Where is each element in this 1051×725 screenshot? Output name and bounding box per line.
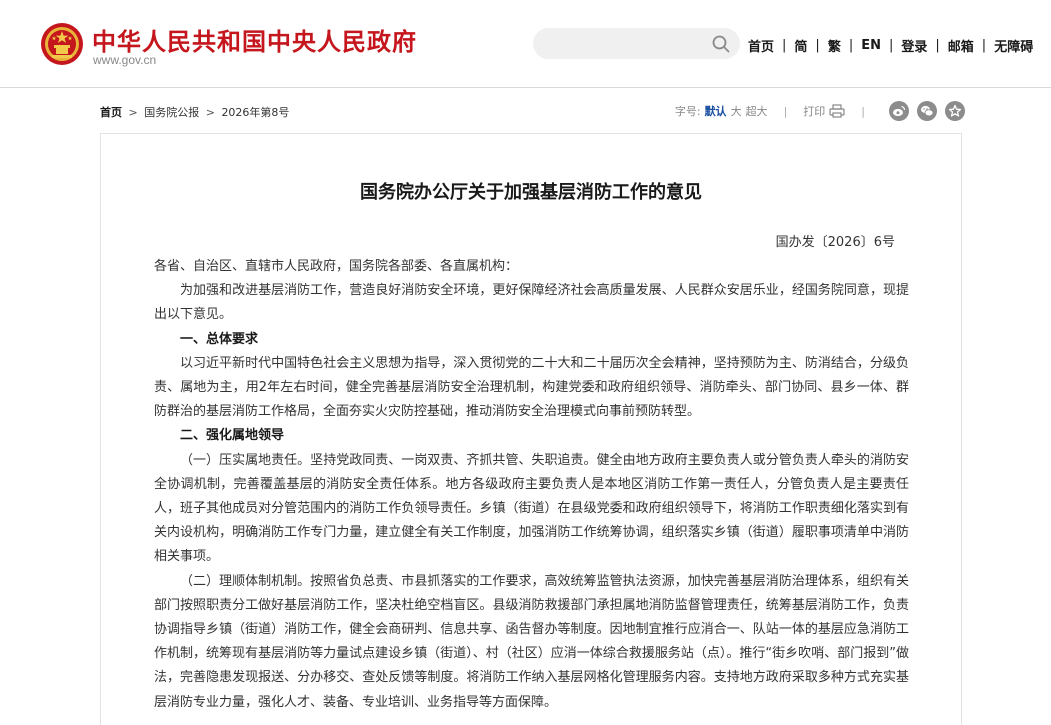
breadcrumb-gazette[interactable]: 国务院公报 (144, 106, 199, 119)
breadcrumb-separator: > (205, 106, 215, 119)
nav-home[interactable]: 首页 (748, 36, 774, 55)
site-title[interactable]: 中华人民共和国中央人民政府 (92, 22, 417, 57)
breadcrumb: 首页 > 国务院公报 > 2026年第8号 (100, 104, 289, 120)
tools-separator: | (861, 104, 865, 118)
nav-separator: | (935, 38, 940, 53)
section-paragraph: 以习近平新时代中国特色社会主义思想为指导，深入贯彻党的二十大和二十届历次全会精神… (154, 355, 909, 420)
weibo-icon[interactable] (889, 101, 909, 121)
breadcrumb-home[interactable]: 首页 (100, 106, 122, 119)
document-number: 国办发〔2026〕6号 (775, 235, 895, 250)
breadcrumb-separator: > (128, 106, 138, 119)
nav-accessibility[interactable]: 无障碍 (994, 36, 1033, 55)
font-size-default[interactable]: 默认 (705, 103, 727, 119)
nav-separator: | (981, 38, 987, 53)
nav-separator: | (782, 38, 787, 53)
nav-simplified[interactable]: 简 (794, 36, 807, 55)
document-intro: 为加强和改进基层消防工作，营造良好消防安全环境，更好保障经济社会高质量发展、人民… (154, 283, 909, 323)
article-tools: 字号: 默认 大 超大 | 打印 | (675, 101, 965, 121)
search-input[interactable] (533, 28, 740, 59)
national-emblem-icon[interactable] (40, 22, 84, 66)
print-button[interactable]: 打印 (803, 103, 845, 119)
document-body: 各省、自治区、直辖市人民政府，国务院各部委、各直属机构： 为加强和改进基层消防工… (154, 255, 909, 715)
section-paragraph: （一）压实属地责任。坚持党政同责、一岗双责、齐抓共管、失职追责。健全由地方政府主… (154, 452, 909, 565)
section-heading: 一、总体要求 (180, 331, 259, 347)
nav-separator: | (848, 38, 854, 53)
nav-english[interactable]: EN (861, 38, 881, 53)
font-size-label: 字号: (674, 105, 701, 118)
document-panel: 国务院办公厅关于加强基层消防工作的意见 国办发〔2026〕6号 各省、自治区、直… (100, 133, 962, 725)
nav-separator: | (815, 38, 820, 53)
document-salutation: 各省、自治区、直辖市人民政府，国务院各部委、各直属机构： (154, 259, 519, 274)
search-icon[interactable] (712, 35, 730, 53)
font-size-large[interactable]: 大 (731, 103, 742, 119)
site-header: 中华人民共和国中央人民政府 www.gov.cn 首页 | 简 | 繁 | EN… (0, 0, 1051, 88)
favorite-icon[interactable] (945, 101, 965, 121)
breadcrumb-issue[interactable]: 2026年第8号 (221, 106, 289, 119)
nav-traditional[interactable]: 繁 (828, 36, 841, 55)
nav-separator: | (888, 38, 894, 53)
wechat-icon[interactable] (917, 101, 937, 121)
nav-mailbox[interactable]: 邮箱 (948, 36, 974, 55)
tools-separator: | (783, 104, 788, 118)
top-nav: 首页 | 简 | 繁 | EN | 登录 | 邮箱 | 无障碍 (748, 36, 1033, 55)
section-paragraph: （二）理顺体制机制。按照省负总责、市县抓落实的工作要求，高效统筹监管执法资源，加… (154, 573, 909, 710)
site-domain: www.gov.cn (93, 53, 157, 67)
font-size-xlarge[interactable]: 超大 (746, 103, 768, 119)
document-title: 国务院办公厅关于加强基层消防工作的意见 (360, 182, 702, 203)
printer-icon (829, 104, 845, 118)
section-heading: 二、强化属地领导 (180, 428, 285, 444)
nav-login[interactable]: 登录 (901, 36, 927, 55)
print-label: 打印 (803, 105, 826, 118)
